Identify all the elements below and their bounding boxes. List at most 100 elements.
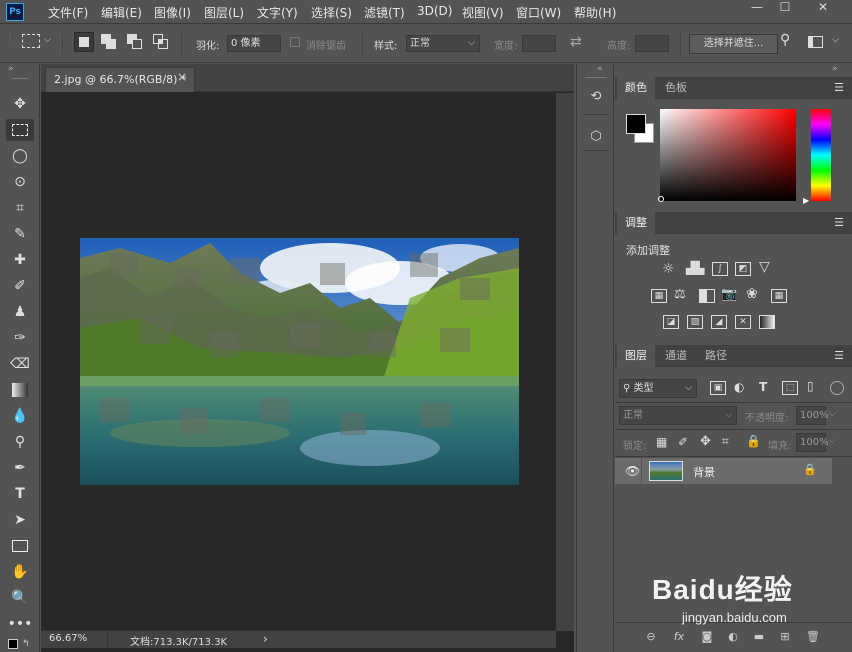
dodge-tool-icon[interactable]: ⚲ [6,431,34,453]
quick-select-tool-icon[interactable]: ⊙ [6,171,34,193]
type-tool-icon[interactable]: T [6,483,34,505]
chevron-down-icon[interactable]: ⌵ [829,436,836,446]
chevron-down-icon[interactable]: ⌵ [829,409,836,419]
chevron-down-icon[interactable]: ⌵ [832,35,839,45]
color-field[interactable] [660,109,796,201]
tab-adjustments[interactable]: 调整 [617,212,655,234]
collapse-arrows-icon[interactable]: « [597,64,603,74]
blend-mode-select[interactable]: 正常 ⌵ [619,406,737,425]
menu-filter[interactable]: 滤镜(T) [364,4,405,21]
lock-image-icon[interactable]: ✐ [678,435,688,449]
path-selection-tool-icon[interactable]: ➤ [6,509,34,531]
filter-smart-object-icon[interactable]: ▯ [807,379,814,393]
document-tab[interactable]: 2.jpg @ 66.7%(RGB/8) * [45,67,195,92]
gradient-tool-icon[interactable] [6,379,34,401]
intersect-selection-button[interactable] [153,34,169,50]
layer-style-icon[interactable]: fx [671,629,687,645]
tab-channels[interactable]: 通道 [657,345,695,367]
hue-slider-handle[interactable]: ▶ [803,196,809,205]
invert-icon[interactable]: ◪ [663,315,679,329]
blur-tool-icon[interactable]: 💧 [6,405,34,427]
tab-paths[interactable]: 路径 [697,345,735,367]
panel-menu-icon[interactable]: ☰ [834,349,844,362]
close-window-button[interactable]: ✕ [808,0,838,16]
close-tab-icon[interactable]: × [177,70,187,84]
lock-all-icon[interactable]: 🔒 [746,434,761,448]
move-tool-icon[interactable]: ✥ [6,93,34,115]
zoom-tool-icon[interactable]: 🔍 [6,587,34,609]
menu-edit[interactable]: 编辑(E) [101,4,142,21]
workspace-icon[interactable] [808,36,823,48]
menu-layer[interactable]: 图层(L) [204,4,244,21]
threshold-icon[interactable]: ◢ [711,315,727,329]
channel-mixer-icon[interactable]: ❀ [746,286,758,302]
filter-toggle-icon[interactable] [830,381,844,395]
opacity-input[interactable]: 100% [796,406,829,425]
height-input[interactable] [635,35,669,52]
tab-layers[interactable]: 图层 [617,345,655,367]
menu-window[interactable]: 窗口(W) [516,4,561,21]
minimize-button[interactable]: — [742,0,772,16]
levels-icon[interactable]: ▟▙ [686,261,704,275]
width-input[interactable] [522,35,556,52]
fill-input[interactable]: 100% [796,433,829,452]
photo-filter-icon[interactable]: 📷 [721,287,737,302]
search-icon[interactable]: ⚲ [780,32,790,48]
new-selection-button[interactable] [74,32,94,52]
rect-marquee-preset-icon[interactable] [22,34,40,48]
exposure-icon[interactable]: ◩ [735,262,751,276]
color-lookup-icon[interactable]: ▦ [771,289,787,303]
brightness-icon[interactable]: ☼ [662,261,675,277]
feather-input[interactable]: 0 像素 [227,35,281,52]
layer-filter-select[interactable]: ⚲ 类型 ⌵ [619,379,697,398]
lock-artboard-icon[interactable]: ⌗ [722,434,729,449]
menu-view[interactable]: 视图(V) [462,4,504,21]
3d-panel-icon[interactable]: ⬡ [585,126,607,148]
add-selection-button[interactable] [101,34,117,50]
pen-tool-icon[interactable]: ✒ [6,457,34,479]
chevron-down-icon[interactable]: ⌵ [44,35,51,45]
brush-tool-icon[interactable]: ✐ [6,275,34,297]
healing-brush-tool-icon[interactable]: ✚ [6,249,34,271]
maximize-button[interactable]: ☐ [770,0,800,16]
rectangle-shape-tool-icon[interactable] [6,535,34,557]
delete-layer-icon[interactable]: 🗑 [805,629,821,645]
history-brush-tool-icon[interactable]: ✑ [6,327,34,349]
antialias-checkbox[interactable] [290,37,300,47]
curves-icon[interactable]: ∫ [712,262,728,276]
new-layer-icon[interactable]: ⊞ [777,629,793,645]
crop-tool-icon[interactable]: ⌗ [6,197,34,219]
lock-position-icon[interactable]: ✥ [700,434,711,449]
menu-help[interactable]: 帮助(H) [574,4,616,21]
eraser-tool-icon[interactable]: ⌫ [6,353,34,375]
tab-swatches[interactable]: 色板 [657,77,695,99]
foreground-color-icon[interactable] [8,639,18,649]
vibrance-icon[interactable]: ▽ [759,259,770,275]
select-and-mask-button[interactable]: 选择并遮住... [689,34,778,54]
menu-3d[interactable]: 3D(D) [417,4,452,18]
more-tools-icon[interactable]: ••• [6,613,34,635]
black-white-icon[interactable] [699,289,715,303]
hand-tool-icon[interactable]: ✋ [6,561,34,583]
foreground-color-swatch[interactable] [626,114,646,134]
link-layers-icon[interactable]: ⊖ [643,629,659,645]
filter-shape-icon[interactable]: ⬚ [782,381,798,395]
selective-color-icon[interactable]: ✕ [735,315,751,329]
color-balance-icon[interactable]: ⚖ [674,287,686,302]
tab-color[interactable]: 颜色 [617,77,655,99]
style-select[interactable]: 正常 ⌵ [406,35,480,52]
collapse-arrows-icon[interactable]: » [832,64,838,74]
collapse-arrows-icon[interactable]: » [8,64,14,74]
panel-menu-icon[interactable]: ☰ [834,216,844,229]
filter-adjustment-icon[interactable]: ◐ [734,380,744,394]
swap-colors-icon[interactable]: ↰ [22,639,30,649]
gradient-map-icon[interactable] [759,315,775,329]
menu-select[interactable]: 选择(S) [311,4,352,21]
eye-icon[interactable]: 👁 [625,464,640,478]
lasso-tool-icon[interactable]: ◯ [6,145,34,167]
status-menu-arrow-icon[interactable]: › [263,632,268,646]
color-picker-handle[interactable] [658,196,664,202]
eyedropper-tool-icon[interactable]: ✎ [6,223,34,245]
lock-transparent-icon[interactable]: ▦ [656,435,667,449]
layer-row[interactable]: 👁 背景 🔒 [615,458,832,484]
